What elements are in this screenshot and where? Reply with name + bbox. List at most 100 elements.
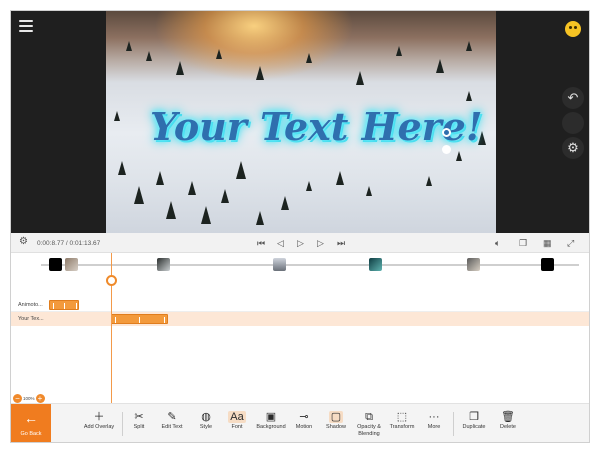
tree (396, 46, 402, 56)
transform-icon: ⬚ (396, 411, 408, 423)
skip-start-icon[interactable]: ⏮ (257, 236, 265, 250)
scene-thumbnail[interactable] (65, 258, 78, 271)
zoom-out-icon[interactable]: − (13, 393, 22, 403)
style-button[interactable]: ◍ Style (193, 404, 219, 442)
tree (166, 201, 176, 219)
tool-label: Motion (295, 424, 313, 430)
tree (356, 71, 364, 85)
step-forward-icon[interactable]: ▷ (317, 236, 324, 250)
play-icon[interactable]: ▷ (297, 236, 304, 250)
tree (236, 161, 246, 179)
clip-animoto[interactable] (49, 300, 79, 310)
tree (146, 51, 152, 61)
tool-label: Delete (500, 424, 516, 430)
tree (456, 151, 462, 161)
settings-gear-icon[interactable]: ⚙ (19, 235, 28, 249)
playhead-handle[interactable] (106, 275, 117, 286)
scene-thumbnail[interactable] (49, 258, 62, 271)
tool-label: Background (256, 424, 286, 430)
time-readout: 0:00:8.77 / 0:01:13.67 (37, 240, 101, 247)
tree (156, 171, 164, 185)
transform-button[interactable]: ⬚ Transform (387, 404, 417, 442)
shadow-button[interactable]: ▢ Shadow (323, 404, 349, 442)
trash-icon: 🗑︎ (501, 411, 515, 423)
tree (176, 61, 184, 75)
track-your-text[interactable]: Your Tex... (11, 312, 589, 326)
motion-button[interactable]: ⊸ Motion (292, 404, 316, 442)
font-button[interactable]: Aa Font (225, 404, 249, 442)
scene-thumbnail[interactable] (273, 258, 286, 271)
scene-thumbnail[interactable] (541, 258, 554, 271)
tree (188, 181, 196, 195)
emoji-icon[interactable] (565, 21, 581, 37)
tree (426, 176, 432, 186)
tree (114, 111, 120, 121)
scene-thumbnail[interactable] (467, 258, 480, 271)
plus-icon: ＋ (93, 411, 105, 423)
text-box-icon: ▣ (265, 411, 277, 423)
scissors-icon: ✂ (134, 411, 144, 423)
clip-your-text[interactable] (111, 314, 168, 324)
video-canvas[interactable]: Your Text Here! (106, 11, 496, 233)
opacity-blending-button[interactable]: ⧉ Opacity & Blending (354, 404, 384, 442)
tree (118, 161, 126, 175)
skip-end-icon[interactable]: ⏭ (337, 236, 345, 250)
go-back-button[interactable]: ← Go Back (11, 404, 51, 442)
blank-icon[interactable] (562, 112, 584, 134)
fullscreen-icon[interactable]: ⤢ (567, 236, 574, 250)
duplicate-icon: ❐ (469, 411, 479, 423)
background-button[interactable]: ▣ Background (254, 404, 288, 442)
tool-label: Split (133, 424, 145, 430)
tool-label: Add Overlay (83, 424, 115, 430)
scene-thumbnail[interactable] (369, 258, 382, 271)
gear-icon[interactable]: ⚙ (562, 137, 584, 159)
text-overlay[interactable]: Your Text Here! (150, 99, 483, 155)
track-label: Animoto... (18, 302, 43, 308)
tree (336, 171, 344, 185)
undo-icon[interactable]: ↶ (562, 87, 584, 109)
tool-label: Opacity & Blending (357, 424, 381, 437)
tree (256, 211, 264, 225)
step-back-icon[interactable]: ◁ (277, 236, 284, 250)
volume-icon[interactable]: 🔈︎ (495, 236, 500, 250)
track-animoto[interactable]: Animoto... (11, 298, 589, 312)
zoom-value: 100% (23, 395, 35, 401)
split-button[interactable]: ✂ Split (127, 404, 151, 442)
tree (306, 181, 312, 191)
tool-label: Edit Text (161, 424, 183, 430)
bottom-toolbar: ← Go Back ＋ Add Overlay ✂ Split ✎ Edit T… (11, 403, 589, 442)
tree (216, 49, 222, 59)
tree (221, 189, 229, 203)
grid-icon[interactable]: ▦ (543, 236, 552, 250)
duplicate-button[interactable]: ❐ Duplicate (458, 404, 490, 442)
scene-thumbnail[interactable] (157, 258, 170, 271)
pencil-icon: ✎ (167, 411, 177, 423)
palette-icon: ◍ (201, 411, 211, 423)
tree (281, 196, 289, 210)
resize-handle[interactable] (442, 128, 451, 137)
blend-icon: ⧉ (365, 411, 373, 423)
zoom-in-icon[interactable]: + (35, 393, 45, 403)
tool-label: Style (199, 424, 213, 430)
rotate-handle[interactable] (442, 145, 451, 154)
divider (453, 412, 454, 436)
tree (256, 66, 264, 80)
timeline[interactable]: Animoto... Your Tex... − 100% + (11, 253, 589, 403)
shadow-icon: ▢ (328, 411, 344, 423)
sun-glow (154, 11, 354, 81)
hamburger-menu-icon[interactable] (17, 17, 35, 33)
more-button[interactable]: ··· More (423, 404, 445, 442)
tree (436, 59, 444, 73)
delete-button[interactable]: 🗑︎ Delete (495, 404, 521, 442)
zoom-control[interactable]: − 100% + (13, 393, 45, 403)
transport-bar: ⚙ 0:00:8.77 / 0:01:13.67 ⏮ ◁ ▷ ▷ ⏭ 🔈︎ ❐ … (11, 233, 589, 253)
tree (466, 41, 472, 51)
more-icon: ··· (428, 411, 440, 423)
font-icon: Aa (228, 411, 246, 423)
tree (126, 41, 132, 51)
copy-icon[interactable]: ❐ (519, 236, 527, 250)
divider (122, 412, 123, 436)
tree (201, 206, 211, 224)
edit-text-button[interactable]: ✎ Edit Text (157, 404, 187, 442)
add-overlay-button[interactable]: ＋ Add Overlay (79, 404, 119, 442)
